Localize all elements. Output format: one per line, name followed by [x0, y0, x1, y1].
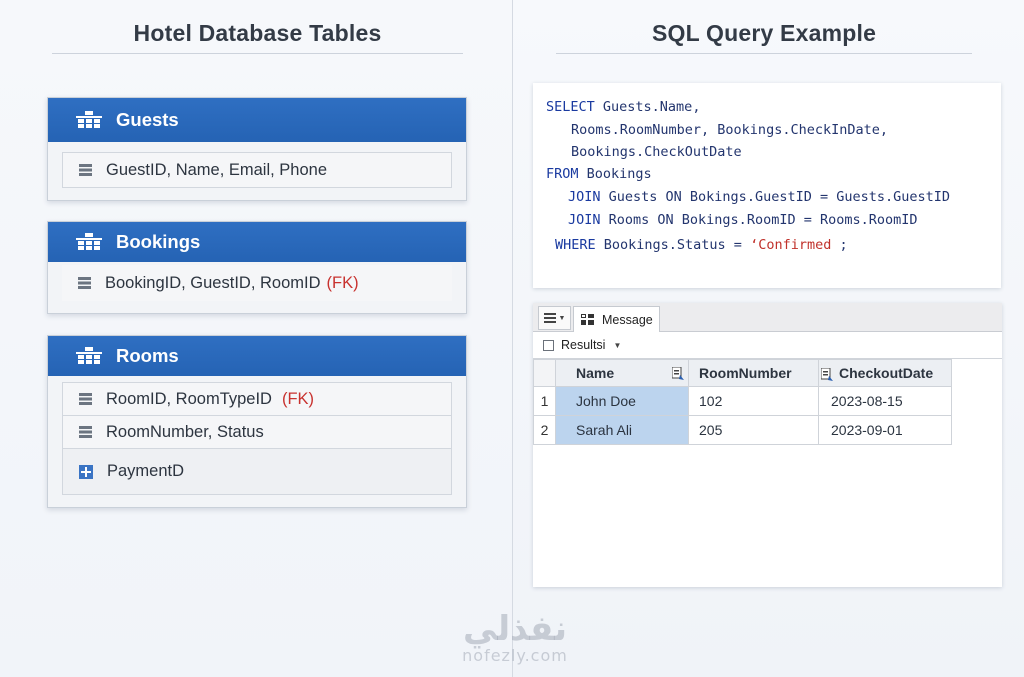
results-label[interactable]: Resultsi: [561, 338, 605, 352]
field-list: RoomNumber, Status: [106, 422, 264, 441]
results-header-row: Name RoomNumber CheckoutDate: [533, 359, 952, 387]
table-row[interactable]: 2 Sarah Ali 205 2023-09-01: [533, 415, 952, 445]
table-name: Guests: [116, 109, 179, 130]
field-list: BookingID, GuestID, RoomID: [105, 273, 321, 292]
table-icon: [76, 233, 102, 250]
fk-marker: (FK): [326, 273, 359, 292]
fk-marker: (FK): [281, 389, 315, 408]
key-field-icon: [79, 464, 93, 479]
table-field-row[interactable]: GuestID, Name, Email, Phone: [62, 152, 452, 188]
tab-message[interactable]: Message: [573, 306, 660, 332]
table-row[interactable]: 1 John Doe 102 2023-08-15: [533, 386, 952, 416]
results-tab-bar: ▼ Message: [533, 303, 1002, 332]
cell-name[interactable]: Sarah Ali: [555, 415, 689, 445]
list-lines-icon: [79, 164, 92, 176]
list-lines-icon: [79, 426, 92, 438]
sql-line: JOIN Rooms ON Bokings.RoomID = Rooms.Roo…: [568, 212, 918, 228]
table-field-row[interactable]: RoomID, RoomTypeID (FK): [62, 382, 452, 416]
left-title-rule: [52, 53, 463, 54]
watermark-logo-text: نفذلي: [462, 609, 568, 649]
field-list: PaymentD: [107, 462, 185, 480]
query-results-panel: ▼ Message Resultsi ▼ Name RoomNumber Che…: [533, 303, 1002, 587]
results-grid: Name RoomNumber CheckoutDate 1 John Doe …: [533, 359, 952, 445]
cell-roomnumber[interactable]: 102: [688, 386, 819, 416]
table-icon: [76, 347, 102, 364]
sql-line: FROM Bookings: [546, 166, 652, 182]
rooms-table-card[interactable]: Rooms RoomID, RoomTypeID (FK) RoomNumber…: [47, 335, 467, 508]
bookings-table-header[interactable]: Bookings: [48, 222, 466, 262]
row-index-header: [533, 359, 556, 387]
chevron-down-icon[interactable]: ▼: [613, 341, 621, 350]
cell-roomnumber[interactable]: 205: [688, 415, 819, 445]
cell-checkoutdate[interactable]: 2023-09-01: [818, 415, 952, 445]
row-index: 2: [533, 415, 556, 445]
watermark-url: nofezly.com: [462, 646, 568, 665]
column-key-icon: [672, 367, 684, 380]
message-icon: [581, 314, 594, 325]
list-lines-icon: [79, 393, 92, 405]
results-checkbox[interactable]: [543, 339, 554, 351]
table-name: Bookings: [116, 231, 201, 252]
field-list: GuestID, Name, Email, Phone: [106, 160, 328, 179]
column-header-checkoutdate[interactable]: CheckoutDate: [818, 359, 952, 387]
guests-table-card[interactable]: Guests GuestID, Name, Email, Phone: [47, 97, 467, 201]
table-icon: [76, 111, 102, 128]
sql-line: JOIN Guests ON Bokings.GuestID = Guests.…: [568, 189, 951, 205]
left-section-title: Hotel Database Tables: [133, 20, 382, 46]
rooms-table-header[interactable]: Rooms: [48, 336, 466, 376]
bookings-table-card[interactable]: Bookings BookingID, GuestID, RoomID (FK): [47, 221, 467, 314]
guests-table-header[interactable]: Guests: [48, 98, 466, 142]
cell-name[interactable]: John Doe: [555, 386, 689, 416]
panel-divider: [512, 0, 513, 677]
right-title-rule: [556, 53, 972, 54]
row-index: 1: [533, 386, 556, 416]
column-header-name[interactable]: Name: [555, 359, 689, 387]
sql-line: Rooms.RoomNumber, Bookings.CheckInDate,: [571, 122, 888, 138]
sql-line: SELECT Guests.Name,: [546, 99, 701, 115]
chevron-down-icon: ▼: [558, 314, 566, 322]
sql-line: Bookings.CheckOutDate: [571, 144, 742, 160]
list-lines-icon: [78, 277, 91, 289]
right-section-title: SQL Query Example: [651, 20, 877, 46]
table-field-row[interactable]: BookingID, GuestID, RoomID (FK): [62, 265, 452, 301]
sql-line: WHERE Bookings.Status = ‘Confirmed ;: [555, 237, 848, 253]
column-header-roomnumber[interactable]: RoomNumber: [688, 359, 819, 387]
sql-code-block[interactable]: SELECT Guests.Name, Rooms.RoomNumber, Bo…: [533, 83, 1001, 288]
message-tab-label: Message: [602, 312, 653, 327]
tab-grid-results[interactable]: ▼: [538, 306, 571, 330]
grid-list-icon: [543, 313, 556, 323]
table-name: Rooms: [116, 345, 179, 366]
results-toolbar: Resultsi ▼: [533, 332, 1002, 359]
cell-checkoutdate[interactable]: 2023-08-15: [818, 386, 952, 416]
table-field-row[interactable]: PaymentD: [62, 449, 452, 495]
table-field-row[interactable]: RoomNumber, Status: [62, 416, 452, 449]
column-key-icon: [821, 367, 833, 381]
field-list: RoomID, RoomTypeID: [106, 389, 272, 408]
watermark: نفذلي nofezly.com: [450, 612, 580, 665]
